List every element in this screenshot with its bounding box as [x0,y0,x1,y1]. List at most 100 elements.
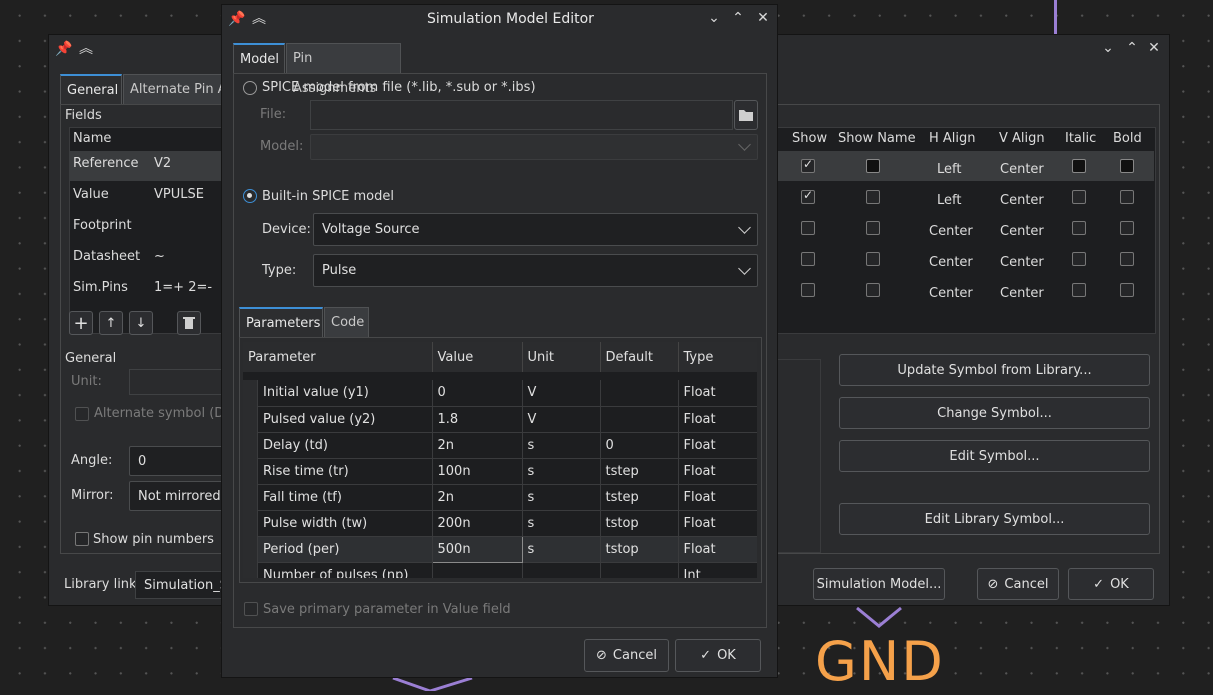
show-checkbox[interactable] [801,283,815,297]
italic-checkbox[interactable] [1072,190,1086,204]
show-name-checkbox[interactable] [866,252,880,266]
tab-model[interactable]: Model [233,43,285,73]
edit-library-symbol-button[interactable]: Edit Library Symbol... [839,503,1150,535]
param-value[interactable]: 500n [431,535,523,563]
tab-code[interactable]: Code [324,307,369,337]
maximize-icon[interactable]: ⌃ [729,9,747,27]
param-header-value[interactable]: Value [432,342,523,372]
show-checkbox[interactable] [801,221,815,235]
param-unit: s [522,432,601,459]
h-align-cell[interactable]: Left [937,162,961,177]
close-icon[interactable]: ✕ [1145,39,1163,57]
tab-general[interactable]: General [60,74,122,104]
h-align-cell[interactable]: Center [929,286,973,301]
param-row[interactable]: Number of pulses (np) Int [243,562,757,578]
add-field-button[interactable]: + [69,311,93,335]
bold-checkbox[interactable] [1120,252,1134,266]
param-header-parameter[interactable]: Parameter [243,342,433,372]
param-row[interactable]: Pulse width (tw) 200n s tstop Float [243,510,757,537]
tab-pin-assignments[interactable]: Pin Assignments [286,43,401,96]
show-name-checkbox[interactable] [866,283,880,297]
param-unit: V [522,406,601,433]
param-default [600,406,679,433]
param-row[interactable]: Initial value (y1) 0 V Float [243,380,757,407]
library-link-field[interactable]: Simulation_SF [135,571,225,599]
bold-checkbox[interactable] [1120,283,1134,297]
keep-above-icon[interactable]: ︽ [250,9,268,27]
param-value[interactable]: 100n [432,458,523,485]
mirror-combo[interactable]: Not mirrored [129,481,229,511]
type-combo[interactable]: Pulse [313,254,758,287]
v-align-cell[interactable]: Center [1000,162,1044,177]
move-up-button[interactable]: ↑ [99,311,123,335]
v-align-cell[interactable]: Center [1000,193,1044,208]
param-header-default[interactable]: Default [600,342,679,372]
props-ok-button[interactable]: ✓ OK [1068,568,1154,600]
maximize-icon[interactable]: ⌃ [1123,39,1141,57]
minimize-icon[interactable]: ⌄ [1099,39,1117,57]
h-align-cell[interactable]: Left [937,193,961,208]
bold-checkbox[interactable] [1120,190,1134,204]
show-checkbox[interactable] [801,157,815,173]
change-symbol-button[interactable]: Change Symbol... [839,397,1150,429]
italic-checkbox[interactable] [1072,159,1086,173]
pin-icon[interactable]: 📌 [55,40,73,58]
param-row[interactable]: Fall time (tf) 2n s tstep Float [243,484,757,511]
v-align-cell[interactable]: Center [1000,286,1044,301]
param-value[interactable]: 1.8 [432,406,523,433]
param-name: Number of pulses (np) [243,562,433,578]
bold-checkbox[interactable] [1120,159,1134,173]
show-pin-numbers-checkbox[interactable] [75,532,89,546]
param-row[interactable]: Rise time (tr) 100n s tstep Float [243,458,757,485]
param-row[interactable]: Delay (td) 2n s 0 Float [243,432,757,459]
param-value[interactable]: 2n [432,484,523,511]
bold-checkbox[interactable] [1120,221,1134,235]
pin-icon[interactable]: 📌 [228,10,246,28]
dialog-ok-button[interactable]: ✓ OK [675,639,761,672]
device-combo[interactable]: Voltage Source [313,213,758,246]
field-name: Reference [73,156,139,171]
tab-alternate-pins[interactable]: Alternate Pin A [123,74,223,104]
close-icon[interactable]: ✕ [754,9,772,27]
param-header-type[interactable]: Type [678,342,757,372]
italic-checkbox[interactable] [1072,221,1086,235]
tab-parameters[interactable]: Parameters [239,307,323,337]
param-value[interactable]: 2n [432,432,523,459]
spice-file-radio[interactable] [243,81,257,95]
move-down-button[interactable]: ↓ [129,311,153,335]
param-header-unit[interactable]: Unit [522,342,601,372]
show-checkbox[interactable] [801,188,815,204]
param-row-selected[interactable]: Period (per) 500n s tstop Float [243,535,757,563]
props-cancel-button[interactable]: ⊘ Cancel [977,568,1059,600]
h-align-cell[interactable]: Center [929,255,973,270]
keep-above-icon[interactable]: ︽ [77,39,95,57]
param-value[interactable] [432,562,523,578]
trash-icon [183,317,195,329]
v-align-cell[interactable]: Center [1000,224,1044,239]
param-row[interactable]: Pulsed value (y2) 1.8 V Float [243,406,757,433]
param-value[interactable]: 0 [432,380,523,407]
minimize-icon[interactable]: ⌄ [705,9,723,27]
param-name: Initial value (y1) [243,380,433,407]
dialog-cancel-button[interactable]: ⊘ Cancel [584,639,669,672]
param-type: Float [678,458,757,485]
param-type: Float [678,484,757,511]
show-name-checkbox[interactable] [866,159,880,173]
update-symbol-button[interactable]: Update Symbol from Library... [839,354,1150,386]
edit-symbol-button[interactable]: Edit Symbol... [839,440,1150,472]
ok-label: OK [717,648,736,663]
param-type: Float [678,406,757,433]
angle-combo[interactable]: 0 [129,446,229,476]
delete-field-button[interactable] [177,311,201,335]
italic-checkbox[interactable] [1072,252,1086,266]
italic-checkbox[interactable] [1072,283,1086,297]
simulation-model-button[interactable]: Simulation Model... [813,568,945,600]
cancel-icon: ⊘ [987,576,999,592]
show-name-checkbox[interactable] [866,190,880,204]
v-align-cell[interactable]: Center [1000,255,1044,270]
show-checkbox[interactable] [801,252,815,266]
param-value[interactable]: 200n [432,510,523,537]
h-align-cell[interactable]: Center [929,224,973,239]
show-name-checkbox[interactable] [866,221,880,235]
builtin-spice-radio[interactable] [243,189,257,203]
